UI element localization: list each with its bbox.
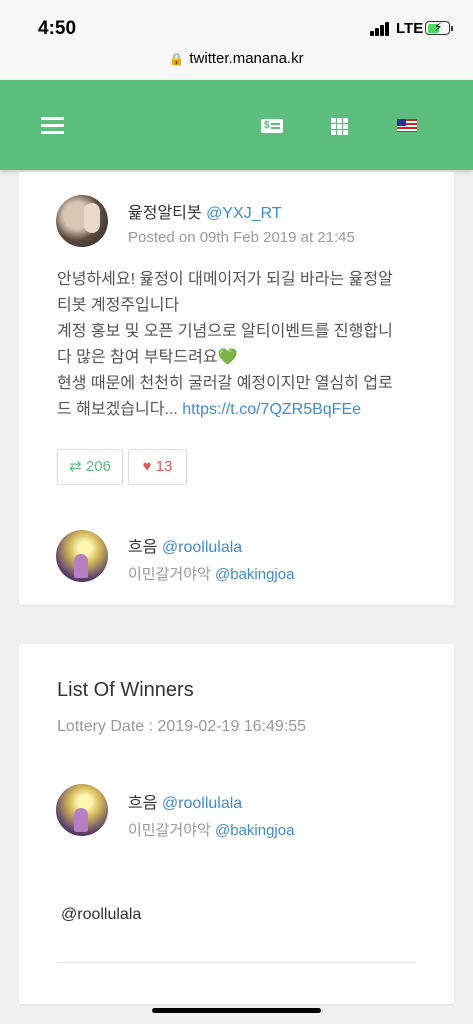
tweet-text: 안녕하세요! 윭정이 대메이저가 되길 바라는 윭정알 티봇 계정주입니다 계정… [57,267,422,423]
like-count: 13 [155,458,173,475]
tweet-line: 드 해보겠습니다... https://t.co/7QZR5BqFEe [57,401,362,418]
divider [57,962,416,963]
url-text: twitter.manana.kr [189,50,304,67]
tweet-line: 안녕하세요! 윭정이 대메이저가 되길 바라는 윭정알 [57,271,393,288]
author-line: 윭정알티봇 @YXJ_RT [128,199,282,223]
battery-icon: ⚡ [425,20,450,35]
participant-sub-handle-link[interactable]: @bakingjoa [215,566,294,583]
participant-line: 흐음 @roollulala [128,533,242,557]
address-bar[interactable]: 🔒 twitter.manana.kr [0,50,473,67]
tweet-line: 티봇 계정주입니다 [57,297,180,314]
tweet-line: 다 많은 참여 부탁드려요💚 [57,349,238,366]
hamburger-icon[interactable] [41,117,64,134]
participant-handle-link[interactable]: @roollulala [162,539,242,556]
author-handle-link[interactable]: @YXJ_RT [206,205,282,222]
lock-icon: 🔒 [169,52,185,66]
tweet-link[interactable]: https://t.co/7QZR5BqFEe [182,401,361,418]
winner-handle-link[interactable]: @roollulala [162,795,242,812]
winner-list-handle: @roollulala [61,906,142,923]
winner-sub-name: 이민갈거야악 [128,822,211,839]
posted-date: Posted on 09th Feb 2019 at 21:45 [128,229,355,246]
lottery-date: Lottery Date : 2019-02-19 16:49:55 [57,718,307,735]
retweet-icon: ⇄ [69,458,82,475]
signal-icon [370,22,390,36]
winners-card: List Of Winners Lottery Date : 2019-02-1… [19,644,454,1004]
participant-avatar[interactable] [56,530,108,582]
participant-sub-name: 이민갈거야악 [128,566,211,583]
money-icon[interactable]: $ [261,119,283,133]
winners-title: List Of Winners [57,679,194,701]
participant-sub-line: 이민갈거야악 @bakingjoa [128,563,294,584]
retweet-count-button[interactable]: ⇄ 206 [57,449,123,485]
tweet-line: 계정 홍보 및 오픈 기념으로 알티이벤트를 진행합니 [57,323,393,340]
network-label: LTE [396,20,424,37]
clock: 4:50 [38,18,77,39]
author-avatar[interactable] [56,195,108,247]
like-count-button[interactable]: ♥ 13 [128,449,187,485]
tweet-card: 윭정알티봇 @YXJ_RT Posted on 09th Feb 2019 at… [19,172,454,605]
winner-name: 흐음 [128,795,158,812]
author-name: 윭정알티봇 [128,205,202,222]
us-flag-icon[interactable] [397,119,417,132]
winner-line: 흐음 @roollulala [128,789,242,813]
tweet-line: 현생 때문에 천천히 굴러갈 예정이지만 열심히 업로 [57,375,393,392]
home-indicator[interactable] [152,1008,321,1013]
status-bar: 4:50 LTE ⚡ 🔒 twitter.manana.kr [0,0,473,80]
app-header: $ [0,80,473,170]
heart-icon: ♥ [142,458,152,475]
winner-avatar[interactable] [56,784,108,836]
winner-sub-handle-link[interactable]: @bakingjoa [215,822,294,839]
participant-name: 흐음 [128,539,158,556]
winner-sub-line: 이민갈거야악 @bakingjoa [128,819,294,840]
grid-icon[interactable] [331,118,348,135]
retweet-count: 206 [85,458,111,475]
